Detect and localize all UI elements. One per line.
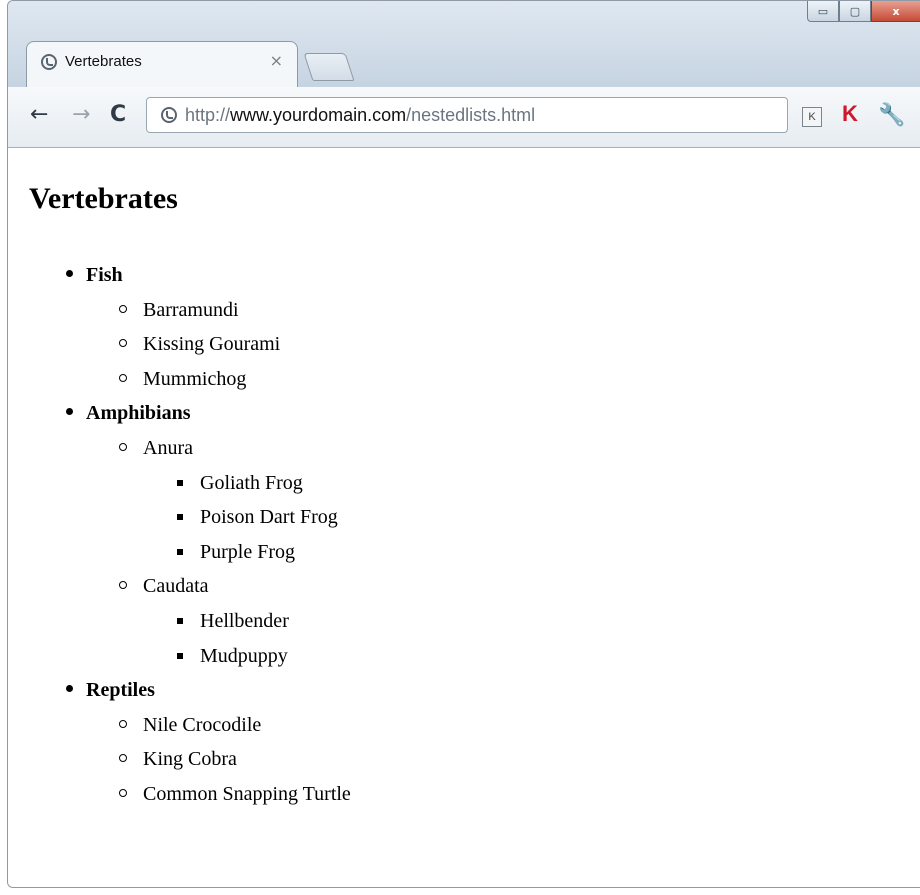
list-item: Mummichog xyxy=(115,362,351,397)
list-item: Amphibians Anura Goliath Frog Poison Dar… xyxy=(61,396,351,673)
minimize-button[interactable]: ▭ xyxy=(807,1,839,22)
list-item: Caudata Hellbender Mudpuppy xyxy=(115,569,351,673)
list-item: King Cobra xyxy=(115,742,351,777)
list-item: Fish Barramundi Kissing Gourami Mummicho… xyxy=(61,258,351,396)
sub-list: Anura Goliath Frog Poison Dart Frog Purp… xyxy=(115,431,351,673)
new-tab-button[interactable] xyxy=(303,53,355,81)
window-controls: ▭ ▢ x xyxy=(807,1,920,23)
list-item: Mudpuppy xyxy=(172,639,351,674)
list-item: Common Snapping Turtle xyxy=(115,777,351,812)
kaspersky-extension-icon[interactable]: K xyxy=(842,101,858,127)
browser-window: ▭ ▢ x Vertebrates × ← → C http://www.you… xyxy=(7,0,920,888)
sub-list: Barramundi Kissing Gourami Mummichog xyxy=(115,293,351,397)
tab-title: Vertebrates xyxy=(65,53,142,70)
page-content: Vertebrates Fish Barramundi Kissing Gour… xyxy=(8,148,920,887)
list-item: Barramundi xyxy=(115,293,351,328)
close-button[interactable]: x xyxy=(871,1,920,22)
group-label: Reptiles xyxy=(86,679,155,702)
maximize-button[interactable]: ▢ xyxy=(839,1,871,22)
group-label: Fish xyxy=(86,264,123,286)
subgroup-label: Caudata xyxy=(143,575,209,598)
list-item: Anura Goliath Frog Poison Dart Frog Purp… xyxy=(115,431,351,569)
wrench-menu-icon[interactable]: 🔧 xyxy=(878,103,905,128)
browser-toolbar: ← → C http://www.yourdomain.com/nestedli… xyxy=(8,87,920,148)
page-globe-icon xyxy=(161,107,177,123)
list-item: Kissing Gourami xyxy=(115,327,351,362)
vertebrates-list: Fish Barramundi Kissing Gourami Mummicho… xyxy=(61,258,351,812)
address-bar[interactable]: http://www.yourdomain.com/nestedlists.ht… xyxy=(146,97,788,133)
list-item: Reptiles Nile Crocodile King Cobra Commo… xyxy=(61,673,351,811)
url-prefix: http:// xyxy=(185,105,231,125)
page-heading: Vertebrates xyxy=(29,182,178,215)
list-item: Poison Dart Frog xyxy=(172,500,351,535)
sub-list: Nile Crocodile King Cobra Common Snappin… xyxy=(115,708,351,812)
extension-k-icon[interactable]: K xyxy=(802,107,822,127)
sub-sub-list: Goliath Frog Poison Dart Frog Purple Fro… xyxy=(172,466,351,570)
list-item: Goliath Frog xyxy=(172,466,351,501)
tab-close-icon[interactable]: × xyxy=(270,51,283,70)
url-path: /nestedlists.html xyxy=(406,105,536,125)
tab-vertebrates[interactable]: Vertebrates × xyxy=(26,41,298,87)
list-item: Hellbender xyxy=(172,604,351,639)
reload-icon[interactable]: C xyxy=(110,104,126,126)
page-favicon-icon xyxy=(41,54,57,70)
back-arrow-icon[interactable]: ← xyxy=(30,104,48,126)
group-label: Amphibians xyxy=(86,402,191,425)
list-item: Nile Crocodile xyxy=(115,708,351,743)
subgroup-label: Anura xyxy=(143,436,193,459)
list-item: Purple Frog xyxy=(172,535,351,570)
sub-sub-list: Hellbender Mudpuppy xyxy=(172,604,351,673)
url-text[interactable]: http://www.yourdomain.com/nestedlists.ht… xyxy=(185,105,535,126)
url-host: www.yourdomain.com xyxy=(230,105,407,125)
forward-arrow-icon[interactable]: → xyxy=(72,104,90,126)
